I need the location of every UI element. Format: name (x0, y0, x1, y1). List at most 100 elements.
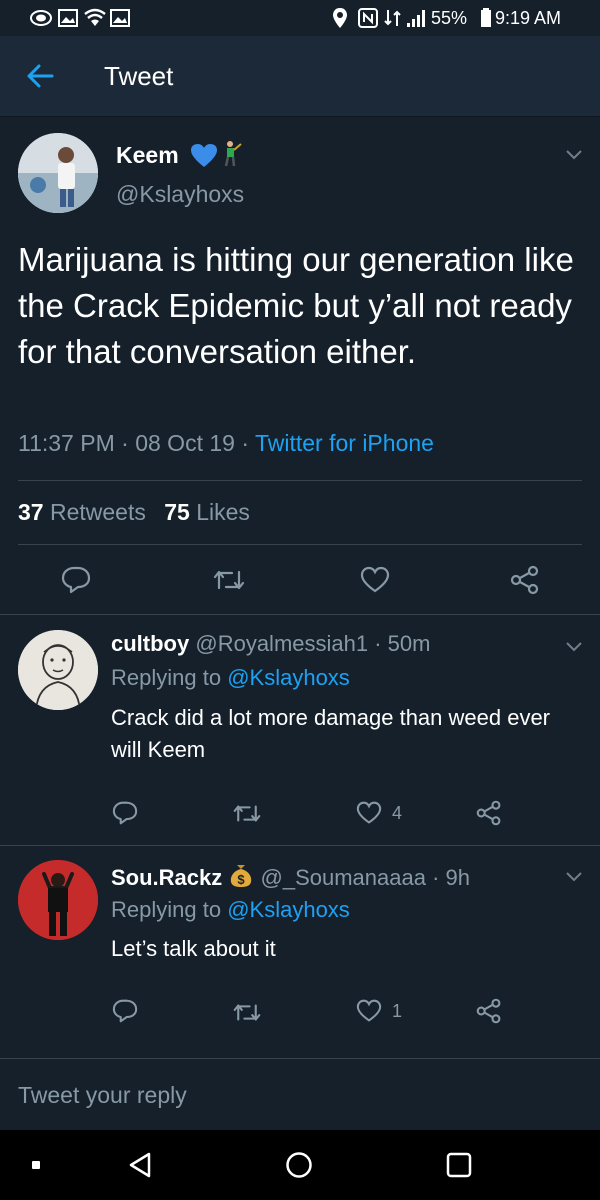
tweet-date: 08 Oct 19 (135, 430, 235, 456)
replying-to-label: Replying to (111, 665, 222, 690)
reply-text: Let’s talk about it (111, 936, 276, 961)
reply-icon (112, 999, 138, 1023)
svg-text:$: $ (238, 872, 246, 887)
like-button[interactable] (360, 566, 390, 594)
page-title: Tweet (104, 61, 174, 91)
nav-back-button[interactable] (126, 1151, 154, 1184)
nav-home-button[interactable] (285, 1151, 313, 1184)
recent-apps-dot-icon[interactable] (32, 1161, 40, 1169)
heart-icon (360, 566, 390, 593)
share-button[interactable] (476, 800, 502, 831)
author-name[interactable]: Keem (116, 142, 179, 169)
share-button[interactable] (476, 998, 502, 1029)
heart-icon (356, 999, 382, 1022)
author-handle[interactable]: @Kslayhoxs (116, 181, 244, 208)
meta-separator: · (368, 631, 388, 656)
retweet-button[interactable] (232, 1002, 262, 1028)
battery-percentage: 55% (431, 8, 468, 28)
gallery-notification-icon-2 (110, 9, 130, 32)
like-button[interactable] (356, 801, 382, 830)
avatar-image (18, 630, 98, 710)
reply-menu-button[interactable] (564, 640, 584, 659)
meta-separator: · (425, 865, 446, 890)
reply-author-name[interactable]: Sou.Rackz (111, 865, 222, 890)
replying-to: Replying to @Kslayhoxs (111, 665, 350, 691)
retweet-icon (233, 1004, 261, 1021)
location-icon (332, 7, 348, 34)
nfc-icon (358, 8, 378, 33)
like-button[interactable] (356, 999, 382, 1028)
data-transfer-icon (384, 8, 402, 33)
home-circle-icon (286, 1152, 312, 1178)
reply-like-count: 1 (392, 1001, 403, 1021)
reply-icon (61, 566, 91, 594)
reply-icon (112, 801, 138, 825)
reply-author-name[interactable]: cultboy (111, 631, 189, 656)
reply-like-count: 4 (392, 803, 403, 823)
meta-separator: · (114, 430, 136, 456)
replying-to: Replying to @Kslayhoxs (111, 897, 350, 923)
wifi-icon (83, 8, 107, 33)
header: Tweet (0, 36, 600, 117)
reply-header: Sou.Rackz $ @_Soumanaaaa · 9h (111, 862, 470, 894)
signal-icon (406, 8, 428, 33)
retweets-count: 37 (18, 499, 44, 525)
divider (18, 544, 582, 545)
reply-button[interactable] (112, 999, 138, 1028)
reply-input[interactable] (18, 1077, 578, 1113)
blue-heart-icon (190, 143, 218, 174)
retweet-button[interactable] (232, 803, 262, 829)
reply-avatar[interactable] (18, 630, 98, 710)
divider (0, 614, 600, 615)
avatar-image (18, 133, 98, 213)
reply-button[interactable] (61, 566, 91, 594)
system-nav-bar (0, 1130, 600, 1200)
retweet-button[interactable] (212, 568, 246, 592)
reply-button[interactable] (112, 801, 138, 830)
avatar-image (18, 860, 98, 940)
likes-stat[interactable]: 75 Likes (164, 499, 250, 525)
chevron-down-icon (566, 642, 582, 652)
reply-text: Crack did a lot more damage than weed ev… (111, 705, 551, 762)
tweet-stats: 37 Retweets 75 Likes (18, 499, 250, 526)
heart-icon (356, 801, 382, 824)
reply-composer[interactable] (0, 1058, 600, 1131)
status-bar: 55% 9:19 AM (0, 0, 600, 36)
reply-header: cultboy @Royalmessiah1 · 50m (111, 631, 430, 657)
replying-to-link[interactable]: @Kslayhoxs (227, 665, 350, 690)
tweet-menu-button[interactable] (564, 148, 584, 167)
chevron-down-icon (566, 872, 582, 882)
reply-menu-button[interactable] (564, 870, 584, 889)
tweet-meta: 11:37 PM · 08 Oct 19 · Twitter for iPhon… (18, 430, 434, 457)
share-icon (476, 998, 501, 1024)
arrow-left-icon (27, 64, 54, 88)
retweets-stat[interactable]: 37 Retweets (18, 499, 146, 525)
back-button[interactable] (26, 62, 54, 95)
gallery-notification-icon (58, 9, 78, 32)
tweet-source-link[interactable]: Twitter for iPhone (255, 430, 434, 456)
reply-author-handle[interactable]: @_Soumanaaaa (261, 865, 426, 890)
author-avatar[interactable] (18, 133, 98, 213)
retweet-icon (213, 570, 245, 590)
replying-to-link[interactable]: @Kslayhoxs (227, 897, 350, 922)
likes-label: Likes (196, 499, 250, 525)
reply-author-handle[interactable]: @Royalmessiah1 (195, 631, 368, 656)
golfer-icon (221, 140, 243, 173)
reply-age: 50m (387, 631, 431, 656)
replying-to-label: Replying to (111, 897, 222, 922)
share-button[interactable] (510, 565, 540, 595)
overview-square-icon (446, 1152, 472, 1178)
divider (0, 845, 600, 846)
chevron-down-icon (566, 150, 582, 160)
back-triangle-icon (129, 1152, 151, 1178)
reply-age: 9h (445, 865, 471, 890)
likes-count: 75 (164, 499, 190, 525)
retweets-label: Retweets (49, 499, 146, 525)
divider (18, 480, 582, 481)
tweet-text: Marijuana is hitting our generation like… (18, 241, 574, 370)
money-bag-icon: $ (228, 862, 254, 894)
reply-avatar[interactable] (18, 860, 98, 940)
nav-overview-button[interactable] (446, 1152, 472, 1183)
app-notification-icon (30, 9, 52, 32)
clock: 9:19 AM (495, 8, 562, 28)
